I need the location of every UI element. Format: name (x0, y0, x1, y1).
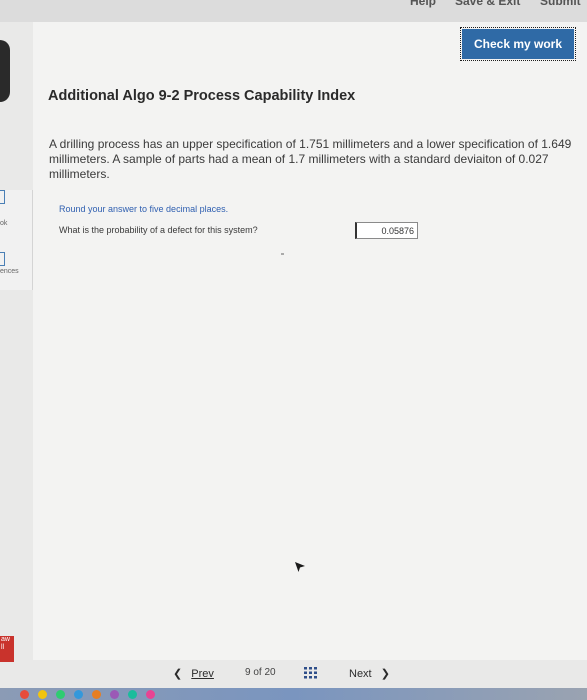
question-prompt: What is the probability of a defect for … (59, 225, 258, 235)
submit-button[interactable]: Submit (540, 0, 581, 8)
total-pages: 20 (264, 667, 276, 678)
app-badge-line1: aw (1, 636, 10, 643)
side-panel: ok ences (0, 190, 33, 290)
check-my-work-button[interactable]: Check my work (460, 27, 576, 61)
next-label: Next (349, 668, 372, 680)
answer-input[interactable] (355, 222, 418, 239)
taskbar-app-icon[interactable] (92, 690, 101, 699)
chevron-left-icon: ❮ (173, 668, 183, 680)
taskbar-app-icon[interactable] (110, 690, 119, 699)
rounding-instruction: Round your answer to five decimal places… (59, 204, 229, 214)
page-counter: 9 of 20 (245, 667, 276, 678)
ebook-label[interactable]: ok (0, 220, 7, 227)
taskbar-app-icon[interactable] (56, 690, 65, 699)
mouse-cursor-icon (295, 562, 305, 572)
taskbar-app-icon[interactable] (38, 690, 47, 699)
question-area (33, 22, 587, 660)
problem-text: A drilling process has an upper specific… (49, 137, 572, 181)
left-edge-control (0, 40, 10, 102)
ebook-icon[interactable] (0, 190, 5, 204)
top-toolbar: Help Save & Exit Submit (0, 0, 587, 22)
prev-button[interactable]: ❮ Prev (173, 667, 214, 680)
of-label: of (253, 667, 262, 678)
app-badge-line2: ll (1, 644, 5, 651)
next-button[interactable]: Next ❯ (349, 667, 390, 680)
save-exit-button[interactable]: Save & Exit (455, 0, 520, 8)
current-page: 9 (245, 667, 251, 678)
question-grid-icon[interactable] (304, 667, 318, 679)
taskbar-app-icon[interactable] (146, 690, 155, 699)
taskbar-app-icon[interactable] (20, 690, 29, 699)
divider-mark (281, 253, 284, 255)
references-label[interactable]: ences (0, 268, 19, 275)
taskbar-app-icon[interactable] (128, 690, 137, 699)
prev-label: Prev (191, 668, 214, 680)
references-icon[interactable] (0, 252, 5, 266)
os-taskbar (0, 688, 587, 700)
app-badge[interactable]: aw ll (0, 636, 14, 662)
question-title: Additional Algo 9-2 Process Capability I… (48, 88, 356, 104)
help-button[interactable]: Help (410, 0, 436, 8)
chevron-right-icon: ❯ (380, 668, 390, 680)
taskbar-app-icon[interactable] (74, 690, 83, 699)
